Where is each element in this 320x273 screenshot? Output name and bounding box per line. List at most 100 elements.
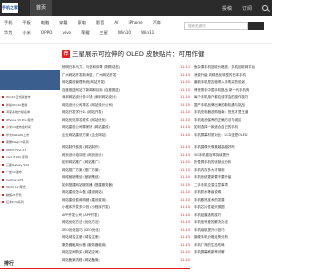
news-title: 网站制作费用 (网站制作) bbox=[62, 145, 100, 149]
news-item[interactable]: 折叠屏手机的优缺点分析 bbox=[194, 159, 272, 167]
category-link[interactable]: 小米 bbox=[22, 30, 30, 36]
news-item[interactable]: 网站优化排名软件 (网站优化) 11-10 bbox=[62, 117, 190, 125]
news-item[interactable]: 网站域名注册 (域名注册) 11-10 bbox=[62, 234, 190, 242]
category-link[interactable]: 手机 bbox=[4, 20, 12, 26]
news-item[interactable]: 国产手机品牌出海的新机遇与挑战 bbox=[194, 102, 272, 110]
news-item[interactable]: 网站制作费用 (网站制作) 11-10 bbox=[62, 144, 190, 152]
news-item[interactable]: APP开发公司 (APP开发) 11-10 bbox=[62, 212, 190, 220]
category-link[interactable]: 影音 bbox=[96, 20, 104, 26]
news-item[interactable]: 网站建设怎么做 (建设网站) 11-10 bbox=[62, 189, 190, 197]
category-link[interactable]: Win11 bbox=[141, 30, 154, 36]
news-item[interactable]: 网站建设费用明细 (建设费用) 11-10 bbox=[62, 197, 190, 205]
nav-item-home[interactable]: 首页 bbox=[30, 0, 53, 16]
news-item[interactable]: 手机贴膜选购技巧 bbox=[194, 212, 272, 220]
news-item[interactable]: 如何网站推广 (网站推广) 11-10 bbox=[62, 159, 190, 167]
news-item[interactable]: 每个手机用户都应该学会的操作技巧 bbox=[194, 94, 272, 102]
news-item[interactable]: 网站推广方案 (推广方案) 11-10 bbox=[62, 167, 190, 175]
news-item[interactable]: 手机芯片性能天梯图 bbox=[194, 204, 272, 212]
news-item[interactable]: 手机厂商的生态布局 bbox=[194, 242, 272, 250]
news-item[interactable]: 企业网站建设方案 (企业网站) 11-10 bbox=[62, 132, 190, 140]
list-item[interactable]: 魅族21开售 bbox=[0, 192, 60, 200]
news-item[interactable]: 二手手机交易注意事项 bbox=[194, 182, 272, 190]
list-item[interactable]: iQOO 12 曝光 bbox=[0, 184, 60, 192]
news-item[interactable]: 网站建设公司哪家好 (网站建设) 11-10 bbox=[62, 124, 190, 132]
news-item[interactable]: 鱼杂课手机回收价格查，手机回收网平台 bbox=[194, 64, 272, 72]
list-item[interactable]: OPPO Find X7 bbox=[0, 147, 60, 155]
news-item[interactable]: 手机续航提升小技巧 bbox=[194, 227, 272, 235]
news-item[interactable]: 如何选择一款适合自己的手机 bbox=[194, 124, 272, 132]
list-item[interactable]: Win10正式版发布 bbox=[0, 94, 60, 102]
list-item[interactable]: 小米14发布会时间 bbox=[0, 124, 60, 132]
news-item[interactable]: 手机电池保养的正确方法与误区 bbox=[194, 117, 272, 125]
news-date: 11-10 bbox=[180, 212, 190, 217]
news-item[interactable]: 旗舰手机价格走势分析 bbox=[194, 234, 272, 242]
news-item[interactable]: 深圳网站设计多少钱 (深圳网站设计) 11-10 bbox=[62, 94, 190, 102]
news-item[interactable]: 网络营销策划 (营销策划) 11-10 bbox=[62, 174, 190, 182]
news-item[interactable]: 网页设计培训班 (网页设计) 11-10 bbox=[62, 152, 190, 160]
category-link[interactable]: 华为 bbox=[4, 30, 12, 36]
news-item[interactable]: 网站开发学什么 (网站开发) 11-10 bbox=[62, 109, 190, 117]
list-item[interactable]: realme GT5 bbox=[0, 177, 60, 185]
category-link[interactable]: Win10 bbox=[118, 30, 131, 36]
category-link[interactable]: 荣耀 bbox=[81, 30, 89, 36]
search-input[interactable]: 搜索关键词 bbox=[184, 22, 248, 30]
news-title: 网站备案流程 (网站备案) bbox=[62, 257, 100, 262]
subscribe-link[interactable]: 订阅 bbox=[242, 5, 252, 12]
news-item[interactable]: 网站设计公司排名 (网站设计公司) 11-10 bbox=[62, 102, 190, 110]
news-item[interactable]: 服务器租用价格 (服务器租用) 11-10 bbox=[62, 242, 190, 250]
news-item[interactable]: 广州网站开发新消息，广州网站开发 11-10 bbox=[62, 72, 190, 80]
list-item[interactable]: 鸿蒙系统升级名单 bbox=[0, 109, 60, 117]
category-link[interactable]: 三星 bbox=[100, 30, 108, 36]
list-item[interactable]: 华为Mate60上市 bbox=[0, 132, 60, 140]
news-item[interactable]: 网站优化方法 (优化方法) 11-10 bbox=[62, 219, 190, 227]
news-item[interactable]: 百度推送网站了新闻和目标 (百度推送) 11-10 bbox=[62, 87, 190, 95]
list-item[interactable]: 一加12发布 bbox=[0, 169, 60, 177]
submit-link[interactable]: 投稿 bbox=[222, 5, 232, 12]
left-column: Win10正式版发布新版Win10更新 鸿蒙系统升级名单 iPhone 15 Pro… bbox=[0, 70, 60, 207]
news-item[interactable]: 手机摄像头像素越高越好吗 bbox=[194, 144, 272, 152]
headline-title[interactable]: 三星展示可拉伸的 OLED 皮肤贴片：可用作健 bbox=[72, 50, 204, 58]
news-item[interactable]: 手机内存多大才够用 bbox=[194, 167, 272, 175]
list-item[interactable]: 红米K70系列 bbox=[0, 199, 60, 207]
category-link[interactable]: OPPO bbox=[41, 30, 53, 36]
left-banner[interactable] bbox=[0, 70, 60, 90]
category-link[interactable]: 电脑 bbox=[41, 20, 49, 26]
search-icon[interactable] bbox=[262, 5, 268, 11]
news-item[interactable]: 手机防水等级说明 bbox=[194, 189, 272, 197]
category-link[interactable]: iPhone bbox=[128, 20, 142, 26]
news-item[interactable]: 手机散热技术的发展 bbox=[194, 197, 272, 205]
news-item[interactable]: 网站建设管理系统(网站开发) 11-10 bbox=[62, 79, 190, 87]
category-link[interactable]: 穿戴 bbox=[59, 20, 67, 26]
news-item[interactable]: 手机充电器选购指南：快充才是王道 bbox=[194, 109, 272, 117]
news-item[interactable]: 最新手机是否值得入手购买的前途 bbox=[194, 79, 272, 87]
news-item[interactable]: SEO优化技巧 (SEO优化) 11-10 bbox=[62, 227, 190, 235]
category-link[interactable]: 家电 bbox=[78, 20, 86, 26]
news-item[interactable]: 杨明日本马力、马总和伟哥 (刚刚动态) 11-11 bbox=[62, 64, 190, 72]
news-item[interactable]: 手机屏幕刷新率详解 bbox=[194, 249, 272, 257]
news-item[interactable]: 如何搭建网站服务器 (搭建服务器) 11-10 bbox=[62, 182, 190, 190]
category-link[interactable]: AI bbox=[114, 20, 118, 26]
list-item[interactable]: 三星Galaxy S24 bbox=[0, 162, 60, 170]
news-item[interactable]: 消费升级 向精品化转型的日本手机 bbox=[194, 72, 272, 80]
news-title: 网站推广方案 (推广方案) bbox=[62, 167, 100, 172]
list-item[interactable]: 荣耀Magic5系列 bbox=[0, 139, 60, 147]
news-item[interactable]: 5G手机普及率持续提升 bbox=[194, 152, 272, 160]
news-item[interactable]: 网站备案流程 (网站备案) 11-10 bbox=[62, 257, 190, 265]
headline[interactable]: 荐 三星展示可拉伸的 OLED 皮肤贴片：可用作健 bbox=[0, 46, 204, 62]
search-button[interactable] bbox=[248, 22, 264, 30]
news-date: 11-10 bbox=[180, 235, 190, 239]
category-link[interactable]: vivo bbox=[62, 30, 71, 36]
news-item[interactable]: 小程序开发多少钱 (小程序开发) 11-10 bbox=[62, 204, 190, 212]
list-item[interactable]: 新版Win10更新 bbox=[0, 102, 60, 110]
list-item[interactable]: iPhone 15 Pro 曝光 bbox=[0, 117, 60, 125]
category-link[interactable]: 平板 bbox=[22, 20, 30, 26]
news-item[interactable]: 手机信号差的解决办法 bbox=[194, 219, 272, 227]
list-item[interactable]: vivo X100 评测 bbox=[0, 154, 60, 162]
site-logo[interactable]: 手机之家 bbox=[2, 3, 18, 13]
category-link[interactable]: 汽车 bbox=[153, 20, 161, 26]
news-item[interactable]: 网站空间购买 (网站空间) 11-10 bbox=[62, 249, 190, 257]
news-item[interactable]: 博世携手中国手机推出 新一代手机壳 bbox=[194, 87, 272, 95]
news-item[interactable]: 手机屏幕材质对比：LCD还是OLED bbox=[194, 132, 272, 140]
list-item-label: Win10正式版发布 bbox=[6, 95, 31, 99]
news-item[interactable]: 手机系统更新要不要升级 bbox=[194, 174, 272, 182]
